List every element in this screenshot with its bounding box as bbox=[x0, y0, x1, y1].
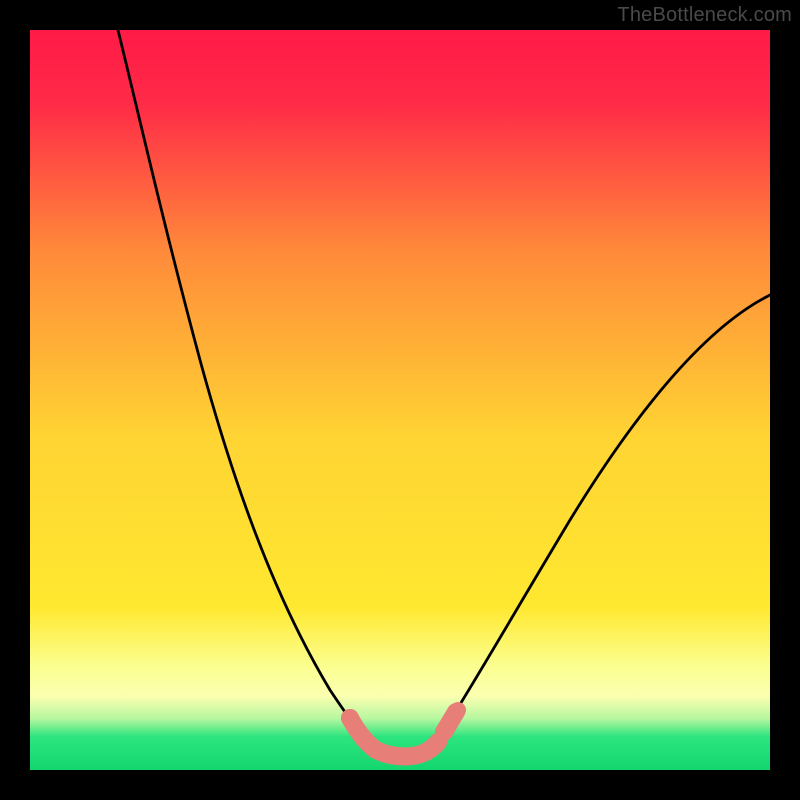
floor-marker-dot-gap-lo bbox=[436, 722, 452, 738]
gradient-background bbox=[30, 30, 770, 770]
floor-marker-dot-right bbox=[450, 702, 466, 718]
watermark-text: TheBottleneck.com bbox=[617, 4, 792, 27]
floor-marker-dot-left bbox=[341, 709, 359, 727]
chart-plot bbox=[30, 30, 770, 770]
chart-frame: TheBottleneck.com bbox=[0, 0, 800, 800]
